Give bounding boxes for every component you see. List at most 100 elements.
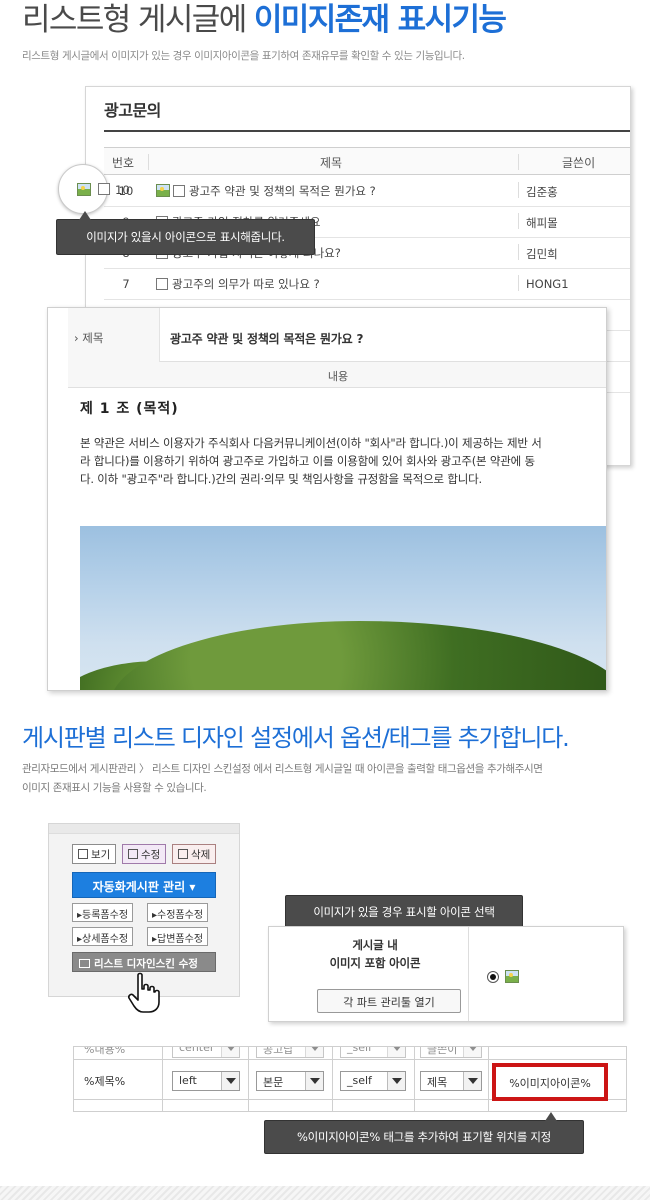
edit-button[interactable]: 수정	[122, 844, 167, 864]
top-row-target-select[interactable]: _self	[340, 1046, 406, 1058]
post-body: 본 약관은 서비스 이용자가 주식회사 다음커뮤니케이션(이하 "회사"라 합니…	[80, 436, 542, 486]
chevron-down-icon	[463, 1072, 481, 1090]
main-title-plain: 리스트형 게시글에	[22, 2, 254, 38]
align-select[interactable]: left	[172, 1071, 240, 1091]
open-parts-manager-button[interactable]: 각 파트 관리툴 열기	[317, 989, 461, 1013]
row-subject-text[interactable]: 광고주의 의무가 따로 있나요 ?	[172, 277, 320, 291]
list-row[interactable]: 10 광고주 약관 및 정책의 목적은 뭔가요 ? 김준홍	[104, 176, 630, 207]
icon-select-label: 게시글 내 이미지 포함 아이콘 각 파트 관리툴 열기	[281, 927, 469, 1021]
register-form-button[interactable]: ▸등록폼수정	[72, 903, 134, 922]
row-author: 해피몰	[526, 216, 558, 230]
top-row-align-select[interactable]: center	[172, 1046, 240, 1058]
list-design-label: 리스트 디자인스킨 수정	[94, 958, 198, 970]
top-row-type-select[interactable]: 공고답	[256, 1046, 324, 1058]
top-row-label-value: 글쓴이	[427, 1046, 458, 1056]
row-subject[interactable]: 광고주 약관 및 정책의 목적은 뭔가요 ?	[156, 183, 376, 199]
target-select[interactable]: _self	[340, 1071, 406, 1091]
table-divider	[332, 1047, 333, 1111]
chevron-down-icon	[221, 1072, 239, 1090]
admin-topbar	[49, 824, 239, 834]
delete-button[interactable]: 삭제	[172, 844, 217, 864]
column-author: 글쓴이	[562, 156, 596, 170]
list-header: 번호 제목 글쓴이	[104, 147, 630, 175]
column-divider	[148, 154, 149, 170]
post-subject: 광고주 약관 및 정책의 목적은 뭔가요 ?	[170, 332, 364, 346]
post-content-label: 내용	[68, 362, 606, 388]
board-title-rule	[104, 130, 630, 132]
row-number: 10	[115, 183, 130, 197]
chevron-down-icon	[305, 1047, 323, 1057]
column-divider	[518, 244, 519, 260]
table-divider	[162, 1047, 163, 1111]
row-author: HONG1	[526, 277, 569, 291]
edit-label: 수정	[141, 849, 161, 861]
delete-label: 삭제	[191, 849, 211, 861]
image-icon	[77, 183, 91, 196]
edit-icon	[128, 849, 138, 859]
reply-form-button[interactable]: ▸답변폼수정	[147, 927, 209, 946]
align-value: left	[179, 1074, 197, 1087]
top-row-target-value: _self	[347, 1046, 372, 1054]
icon-select-label-line1: 게시글 내	[352, 938, 398, 952]
section2-title: 게시판별 리스트 디자인 설정에서 옵션/태그를 추가합니다.	[22, 724, 570, 752]
list-design-settings-table: %내용% center 공고답 _self 글쓴이 %제목% left 본문 _…	[73, 1046, 627, 1112]
image-icon	[156, 184, 170, 197]
top-row-type-value: 공고답	[263, 1046, 294, 1056]
row-field: %제목%	[84, 1075, 126, 1088]
reply-form-label: 답변폼수정	[157, 934, 204, 945]
board-title: 광고문의	[104, 101, 161, 120]
chevron-down-icon	[221, 1047, 239, 1057]
section2-description: 관리자모드에서 게시판관리 〉 리스트 디자인 스킨설정 에서 리스트형 게시글…	[22, 763, 543, 794]
table-divider	[248, 1047, 249, 1111]
chevron-down-icon	[387, 1072, 405, 1090]
row-number: 7	[122, 277, 130, 291]
image-icon-tag-input[interactable]: %이미지아이콘%	[492, 1063, 608, 1101]
list-icon	[79, 959, 90, 968]
post-landscape-image	[80, 526, 606, 690]
edit-form-button[interactable]: ▸수정폼수정	[147, 903, 209, 922]
label-value: 제목	[427, 1076, 448, 1089]
row-checkbox[interactable]	[98, 183, 110, 195]
label-select[interactable]: 제목	[420, 1071, 482, 1091]
landscape-hill	[110, 621, 606, 690]
table-divider	[414, 1047, 415, 1111]
view-button[interactable]: 보기	[72, 844, 117, 864]
delete-icon	[178, 849, 188, 859]
list-row[interactable]: 7 광고주의 의무가 따로 있나요 ? HONG1	[104, 269, 630, 300]
column-subject: 제목	[320, 156, 343, 170]
view-icon	[78, 849, 88, 859]
icon-select-tooltip: 이미지가 있을 경우 표시할 아이콘 선택	[285, 895, 523, 937]
auto-board-manage-button[interactable]: 자동화게시판 관리 ▾	[72, 872, 216, 898]
column-number: 번호	[112, 156, 135, 170]
top-row-label-select[interactable]: 글쓴이	[420, 1046, 482, 1058]
row-author: 김민희	[526, 247, 558, 261]
column-divider	[518, 182, 519, 198]
top-row-field: %내용%	[84, 1046, 126, 1056]
type-value: 본문	[263, 1076, 284, 1089]
list-design-skin-button[interactable]: 리스트 디자인스킨 수정	[72, 952, 216, 972]
row-author: 김준홍	[526, 185, 558, 199]
main-title: 리스트형 게시글에 이미지존재 표시기능	[22, 0, 507, 40]
register-form-label: 등록폼수정	[82, 910, 129, 921]
icon-select-panel: 게시글 내 이미지 포함 아이콘 각 파트 관리툴 열기	[268, 926, 624, 1022]
tag-position-tooltip: %이미지아이콘% 태그를 추가하여 표기할 위치를 지정	[264, 1112, 584, 1154]
row-checkbox[interactable]	[156, 278, 168, 290]
icon-select-label-line2: 이미지 포함 아이콘	[329, 956, 421, 970]
image-icon-tooltip: 이미지가 있을시 아이콘으로 표시해줍니다.	[56, 211, 315, 255]
post-subject-row: › 제목 광고주 약관 및 정책의 목적은 뭔가요 ?	[68, 308, 606, 362]
edit-form-label: 수정폼수정	[157, 910, 204, 921]
chevron-down-icon	[463, 1047, 481, 1057]
row-subject-text[interactable]: 광고주 약관 및 정책의 목적은 뭔가요 ?	[189, 184, 376, 198]
column-divider	[518, 154, 519, 170]
main-title-accent: 이미지존재 표시기능	[253, 2, 507, 38]
post-view-panel: › 제목 광고주 약관 및 정책의 목적은 뭔가요 ? 내용 제 1 조 (목적…	[47, 307, 607, 691]
column-divider	[518, 275, 519, 291]
detail-form-button[interactable]: ▸상세폼수정	[72, 927, 134, 946]
detail-form-label: 상세폼수정	[82, 934, 129, 945]
icon-radio[interactable]	[487, 971, 499, 983]
type-select[interactable]: 본문	[256, 1071, 324, 1091]
top-row-align-value: center	[179, 1046, 215, 1054]
row-checkbox[interactable]	[173, 185, 185, 197]
row-subject[interactable]: 광고주의 의무가 따로 있나요 ?	[156, 276, 320, 292]
table-divider	[488, 1047, 489, 1111]
